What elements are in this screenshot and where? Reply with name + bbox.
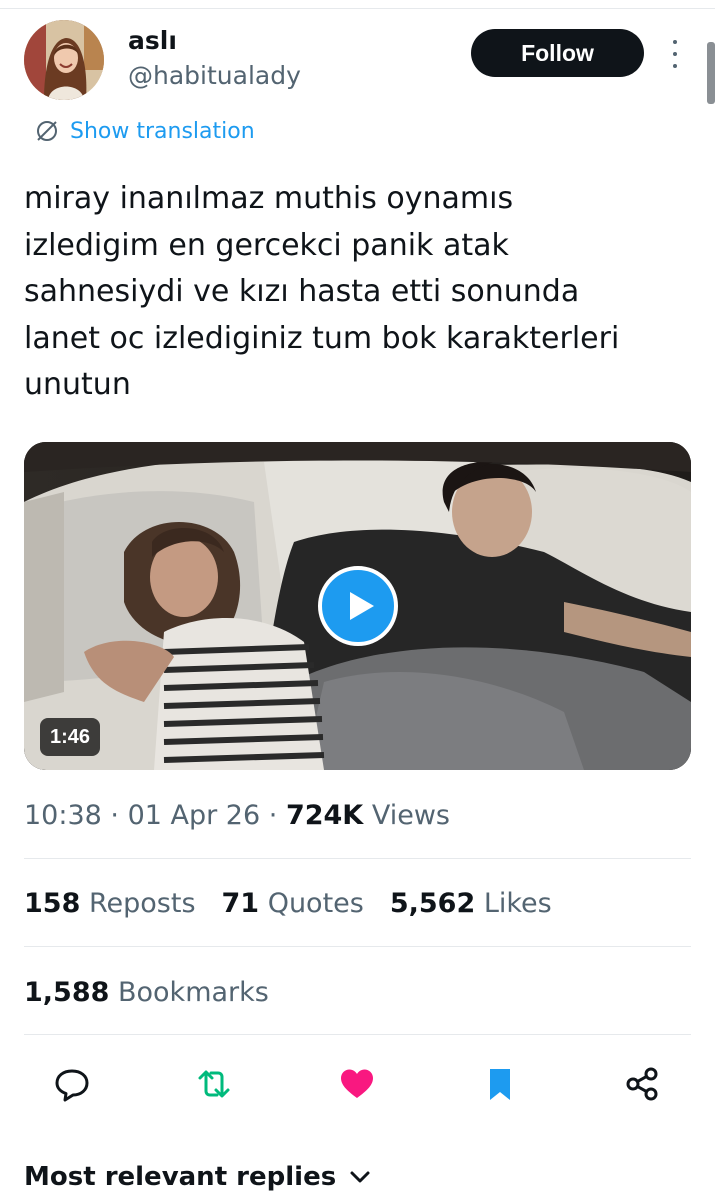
more-vertical-icon[interactable] xyxy=(663,36,687,72)
translate-icon xyxy=(37,121,57,141)
top-divider xyxy=(0,8,715,9)
likes-count: 5,562 xyxy=(389,888,476,919)
reposts-stat[interactable]: 158 Reposts xyxy=(24,886,196,922)
share-button[interactable] xyxy=(620,1062,664,1106)
views-count: 724K xyxy=(285,800,364,831)
meta-separator: · xyxy=(268,800,286,831)
bookmarks-stat[interactable]: 1,588 Bookmarks xyxy=(24,975,269,1011)
quotes-label: Quotes xyxy=(267,888,364,919)
bookmark-icon xyxy=(490,1069,510,1100)
avatar[interactable] xyxy=(24,20,104,100)
divider xyxy=(24,946,691,947)
likes-label: Likes xyxy=(483,888,552,919)
quotes-stat[interactable]: 71 Quotes xyxy=(222,886,364,922)
heart-icon xyxy=(341,1069,373,1098)
reposts-label: Reposts xyxy=(88,888,196,919)
play-icon xyxy=(350,592,374,620)
scrollbar[interactable] xyxy=(707,42,715,104)
engagement-stats: 158 Reposts 71 Quotes 5,562 Likes xyxy=(24,886,578,922)
action-bar xyxy=(0,1062,715,1106)
bookmarks-count: 1,588 xyxy=(24,977,110,1008)
show-translation-label: Show translation xyxy=(70,118,255,144)
display-name[interactable]: aslı xyxy=(128,26,177,56)
replies-sort-dropdown[interactable]: Most relevant replies xyxy=(24,1160,372,1194)
show-translation-link[interactable]: Show translation xyxy=(34,118,255,144)
tweet-meta: 10:38 · 01 Apr 26 · 724K Views xyxy=(24,798,450,834)
tweet-date[interactable]: 01 Apr 26 xyxy=(128,800,261,831)
repost-icon xyxy=(198,1070,230,1098)
replies-sort-label: Most relevant replies xyxy=(24,1162,337,1192)
video-duration-badge: 1:46 xyxy=(40,718,101,756)
meta-separator: · xyxy=(110,800,128,831)
reply-button[interactable] xyxy=(50,1062,94,1106)
tweet-text: miray inanılmaz muthis oynamıs izledigim… xyxy=(24,181,620,402)
follow-button[interactable]: Follow xyxy=(471,29,644,77)
reply-icon xyxy=(55,1069,89,1102)
chevron-down-icon xyxy=(350,1171,370,1183)
quotes-count: 71 xyxy=(221,888,260,919)
views-label: Views xyxy=(371,800,450,831)
likes-stat[interactable]: 5,562 Likes xyxy=(390,886,552,922)
tweet-time[interactable]: 10:38 xyxy=(24,800,102,831)
bookmarks-label: Bookmarks xyxy=(118,977,269,1008)
reposts-count: 158 xyxy=(24,888,81,919)
share-icon xyxy=(626,1067,658,1101)
username-handle[interactable]: @habitualady xyxy=(128,60,301,92)
divider xyxy=(24,1034,691,1035)
bookmark-button[interactable] xyxy=(478,1062,522,1106)
repost-button[interactable] xyxy=(192,1062,236,1106)
like-button[interactable] xyxy=(335,1062,379,1106)
divider xyxy=(24,858,691,859)
play-button[interactable] xyxy=(318,566,398,646)
tweet-page: aslı @habitualady Follow Show translatio… xyxy=(0,0,715,1200)
video-player[interactable]: 1:46 xyxy=(24,442,691,770)
